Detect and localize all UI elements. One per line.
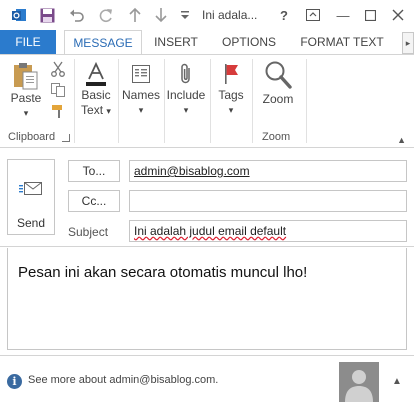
- ribbon-separator: [306, 59, 307, 143]
- basic-text-label-line1: Basic: [81, 88, 111, 102]
- tags-label: Tags: [218, 88, 244, 102]
- ribbon: Paste ▾ Clipboard Basic Text ▾ Names ▾ I…: [0, 54, 414, 148]
- paste-dropdown-icon: ▾: [23, 108, 29, 118]
- format-painter-icon[interactable]: [50, 103, 66, 119]
- paste-label: Paste: [10, 91, 42, 105]
- people-pane-text[interactable]: See more about admin@bisablog.com.: [28, 374, 218, 386]
- up-arrow-icon[interactable]: [126, 6, 144, 24]
- subject-label: Subject: [68, 225, 109, 239]
- names-button[interactable]: Names ▾: [120, 59, 162, 127]
- minimize-button[interactable]: —: [331, 4, 355, 26]
- cc-button[interactable]: Cc...: [68, 190, 120, 212]
- clipboard-icon: [14, 63, 38, 90]
- redo-icon[interactable]: [97, 6, 115, 24]
- collapse-ribbon-icon[interactable]: ▲: [397, 135, 406, 145]
- include-label: Include: [166, 88, 206, 102]
- basic-text-dropdown-icon: ▾: [106, 106, 111, 116]
- tab-format-text[interactable]: FORMAT TEXT: [292, 30, 392, 54]
- expand-people-pane-icon[interactable]: ▲: [392, 376, 402, 387]
- to-recipient[interactable]: admin@bisablog.com: [134, 164, 250, 178]
- send-button[interactable]: Send: [7, 159, 55, 235]
- customize-toolbar-icon[interactable]: [178, 6, 192, 24]
- subject-text: Ini adalah judul email default: [134, 224, 287, 238]
- tags-button[interactable]: Tags ▾: [213, 59, 249, 127]
- window-title: Ini adala...: [202, 8, 258, 22]
- send-label: Send: [16, 216, 46, 230]
- ribbon-tabs: FILE MESSAGE INSERT OPTIONS FORMAT TEXT …: [0, 30, 414, 55]
- to-field[interactable]: admin@bisablog.com: [129, 160, 407, 182]
- tab-insert[interactable]: INSERT: [146, 30, 206, 54]
- undo-icon[interactable]: [68, 6, 86, 24]
- to-button[interactable]: To...: [68, 160, 120, 182]
- names-dropdown-icon: ▾: [138, 105, 144, 115]
- ribbon-separator: [252, 59, 253, 143]
- people-pane: i See more about admin@bisablog.com. ▲: [0, 355, 414, 406]
- tab-file[interactable]: FILE: [0, 30, 56, 54]
- maximize-button[interactable]: [358, 4, 382, 26]
- tab-options[interactable]: OPTIONS: [214, 30, 284, 54]
- ribbon-separator: [210, 59, 211, 143]
- magnifier-icon: [265, 61, 292, 89]
- send-envelope-icon: [19, 182, 42, 195]
- save-icon[interactable]: [38, 6, 56, 24]
- person-silhouette-icon: [345, 370, 373, 402]
- ribbon-separator: [118, 59, 119, 143]
- tab-scroll-right-icon[interactable]: ▸: [402, 32, 414, 54]
- basic-text-label-line2: Text: [81, 103, 104, 117]
- down-arrow-icon[interactable]: [152, 6, 170, 24]
- zoom-button[interactable]: Zoom: [256, 59, 300, 127]
- names-label: Names: [121, 88, 160, 102]
- tags-dropdown-icon: ▾: [228, 105, 234, 115]
- subject-field[interactable]: Ini adalah judul email default: [129, 220, 407, 242]
- flag-icon: [225, 64, 238, 84]
- ribbon-display-options-button[interactable]: [301, 4, 325, 26]
- basic-text-button[interactable]: Basic Text ▾: [78, 59, 114, 127]
- message-body-text: Pesan ini akan secara otomatis muncul lh…: [18, 264, 308, 281]
- zoom-label: Zoom: [262, 92, 294, 106]
- avatar[interactable]: [339, 362, 379, 402]
- include-dropdown-icon: ▾: [183, 105, 189, 115]
- close-button[interactable]: [386, 4, 410, 26]
- copy-icon[interactable]: [50, 82, 66, 98]
- tab-message[interactable]: MESSAGE: [64, 30, 142, 55]
- cut-icon[interactable]: [50, 61, 66, 77]
- paperclip-icon: [181, 63, 190, 84]
- clipboard-group-label: Clipboard: [8, 131, 56, 143]
- ribbon-separator: [74, 59, 75, 143]
- info-icon: i: [7, 374, 22, 389]
- header-divider: [0, 246, 414, 247]
- paste-button[interactable]: Paste ▾: [6, 59, 46, 127]
- outlook-app-icon[interactable]: [10, 6, 28, 24]
- compose-area: Send To... admin@bisablog.com Cc... Subj…: [0, 149, 414, 406]
- cc-field[interactable]: [129, 190, 407, 212]
- font-color-icon: [86, 61, 106, 86]
- include-button[interactable]: Include ▾: [164, 59, 208, 127]
- zoom-group-label: Zoom: [262, 131, 291, 143]
- help-button[interactable]: ?: [272, 4, 296, 26]
- title-bar: Ini adala... ? —: [0, 0, 414, 30]
- clipboard-dialog-launcher-icon[interactable]: [62, 134, 70, 142]
- address-book-icon: [132, 65, 150, 83]
